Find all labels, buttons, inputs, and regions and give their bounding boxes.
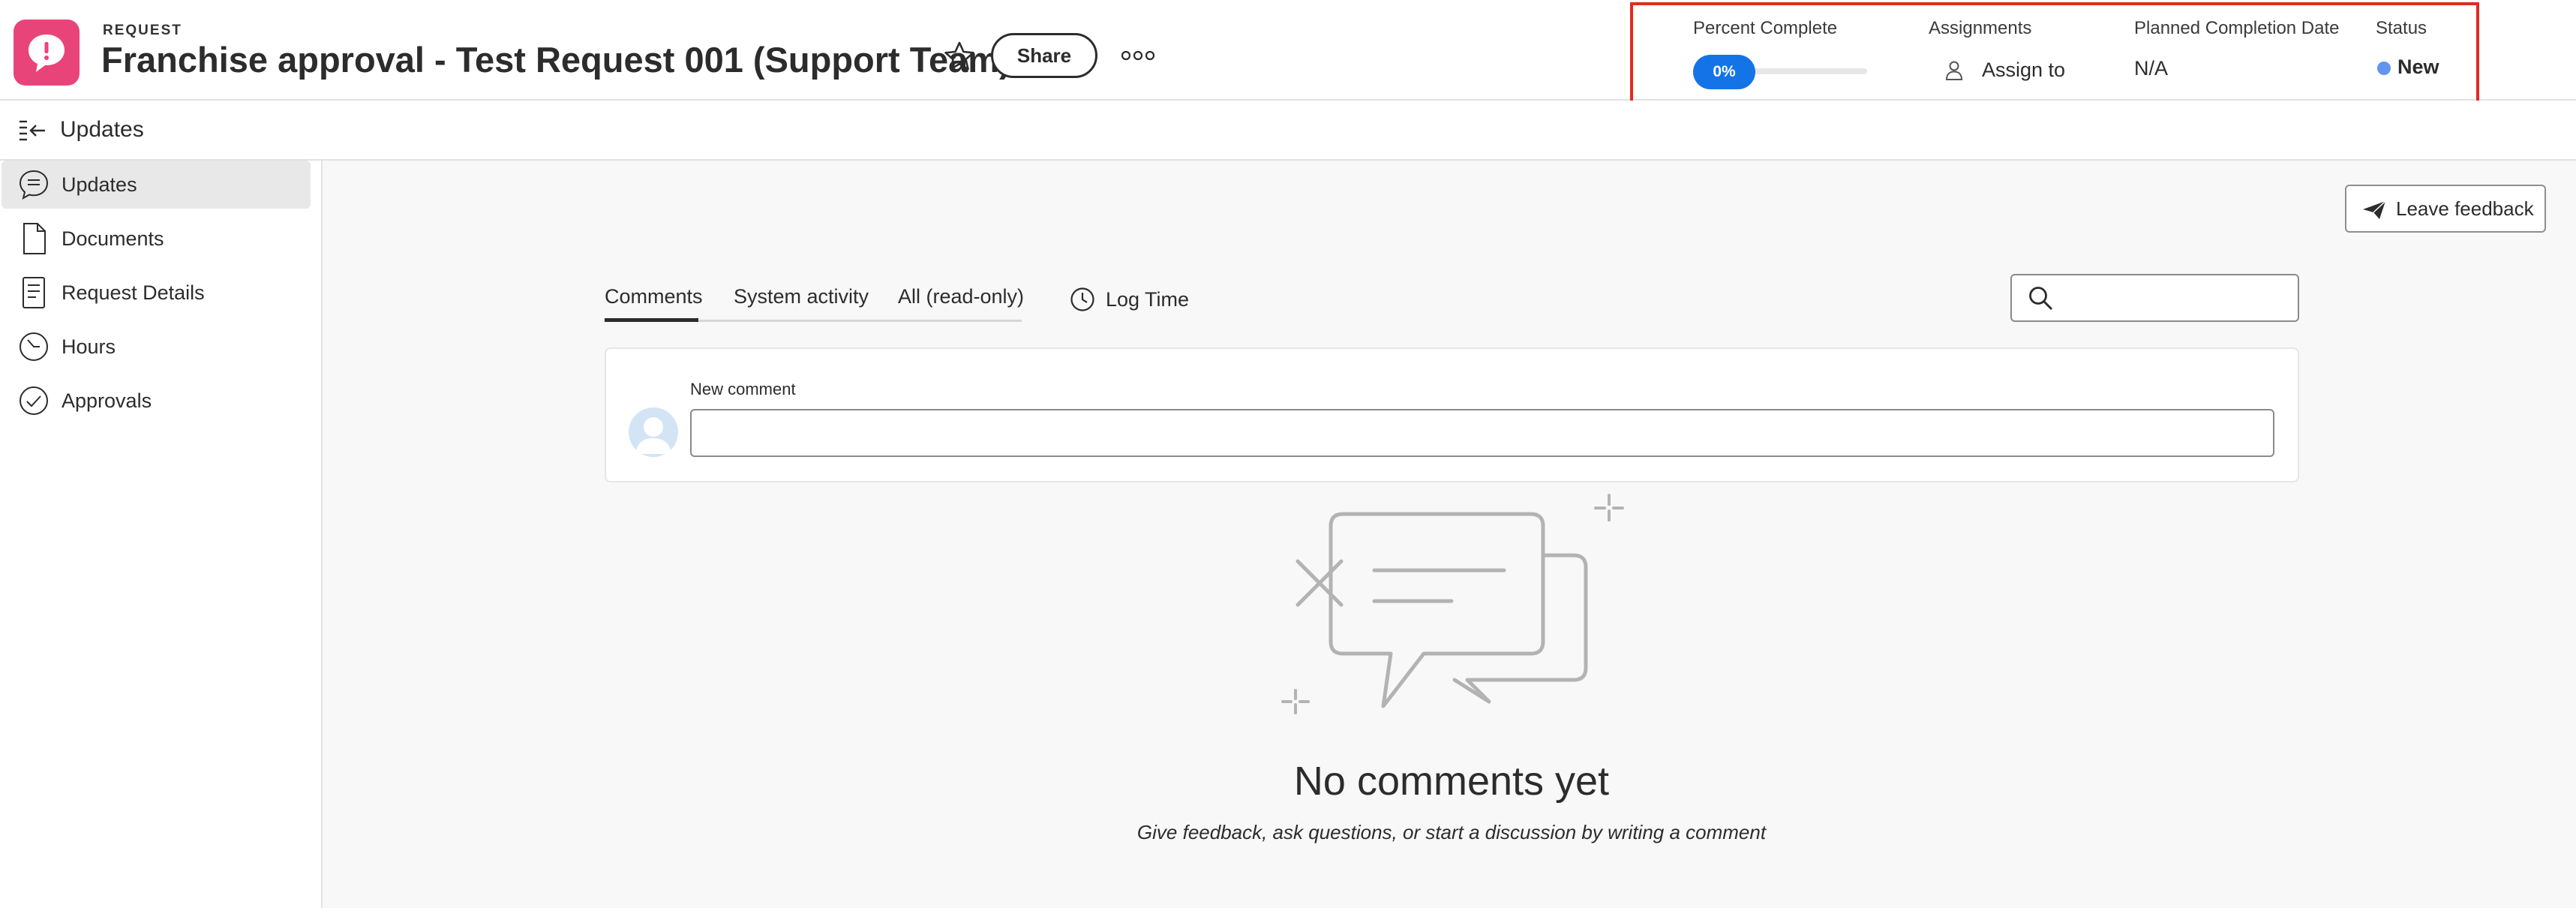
empty-comments-illustration bbox=[1275, 492, 1635, 724]
empty-state-title: No comments yet bbox=[1293, 759, 1610, 804]
assignments-label: Assignments bbox=[1929, 18, 2032, 38]
section-header bbox=[0, 101, 2576, 161]
tab-comments[interactable]: Comments bbox=[605, 285, 703, 308]
tab-system-activity[interactable]: System activity bbox=[734, 285, 869, 308]
sidebar-item-hours[interactable]: Hours bbox=[2, 323, 311, 371]
search-input[interactable] bbox=[2010, 274, 2299, 322]
log-time-button[interactable]: Log Time bbox=[1070, 284, 1189, 315]
tab-all-read-only[interactable]: All (read-only) bbox=[898, 285, 1024, 308]
clock-icon bbox=[1070, 287, 1095, 312]
sidebar-item-label: Request Details bbox=[62, 281, 205, 304]
page-title: Franchise approval - Test Request 001 (S… bbox=[101, 40, 1011, 80]
person-icon bbox=[1944, 60, 1964, 81]
document-icon bbox=[18, 221, 50, 256]
search-icon bbox=[2027, 284, 2055, 313]
clock-icon bbox=[18, 329, 50, 364]
sidebar-item-label: Hours bbox=[62, 335, 116, 358]
leave-feedback-label: Leave feedback bbox=[2396, 197, 2534, 220]
sidebar-item-label: Approvals bbox=[62, 389, 152, 412]
active-tab-indicator bbox=[605, 318, 698, 322]
planned-completion-value: N/A bbox=[2134, 57, 2169, 80]
sidebar-item-label: Documents bbox=[62, 227, 164, 250]
empty-state-subtitle: Give feedback, ask questions, or start a… bbox=[1136, 821, 1767, 843]
status-value[interactable]: New bbox=[2397, 56, 2439, 79]
percent-complete-label: Percent Complete bbox=[1693, 18, 1838, 38]
sidebar-item-label: Updates bbox=[62, 173, 137, 196]
request-app-icon bbox=[14, 20, 80, 86]
log-time-label: Log Time bbox=[1106, 287, 1190, 311]
percent-complete-slider[interactable]: 0% bbox=[1693, 55, 1755, 89]
favorite-star-icon[interactable] bbox=[942, 39, 977, 74]
details-icon bbox=[18, 275, 50, 310]
new-comment-label: New comment bbox=[690, 380, 796, 398]
checkmark-circle-icon bbox=[18, 383, 50, 418]
collapse-panel-icon[interactable] bbox=[18, 118, 47, 145]
left-nav-sidebar: Updates Documents Request Details Hours … bbox=[0, 161, 323, 908]
status-label: Status bbox=[2376, 18, 2427, 38]
section-title: Updates bbox=[60, 117, 144, 142]
assign-to-button[interactable]: Assign to bbox=[1938, 53, 2065, 87]
status-dot bbox=[2377, 62, 2391, 75]
sidebar-item-documents[interactable]: Documents bbox=[2, 215, 311, 263]
new-comment-input[interactable] bbox=[690, 409, 2274, 457]
sidebar-item-updates[interactable]: Updates bbox=[2, 161, 311, 209]
planned-completion-label: Planned Completion Date bbox=[2134, 18, 2340, 38]
comment-bubble-icon bbox=[18, 167, 50, 202]
sidebar-item-request-details[interactable]: Request Details bbox=[2, 269, 311, 317]
assign-to-label: Assign to bbox=[1982, 58, 2066, 81]
user-avatar bbox=[629, 407, 678, 457]
object-type-label: REQUEST bbox=[103, 23, 182, 38]
leave-feedback-button[interactable]: Leave feedback bbox=[2345, 185, 2546, 233]
more-options-icon[interactable] bbox=[1121, 47, 1155, 65]
share-button[interactable]: Share bbox=[991, 33, 1097, 78]
sidebar-item-approvals[interactable]: Approvals bbox=[2, 377, 311, 425]
send-icon bbox=[2361, 200, 2387, 221]
